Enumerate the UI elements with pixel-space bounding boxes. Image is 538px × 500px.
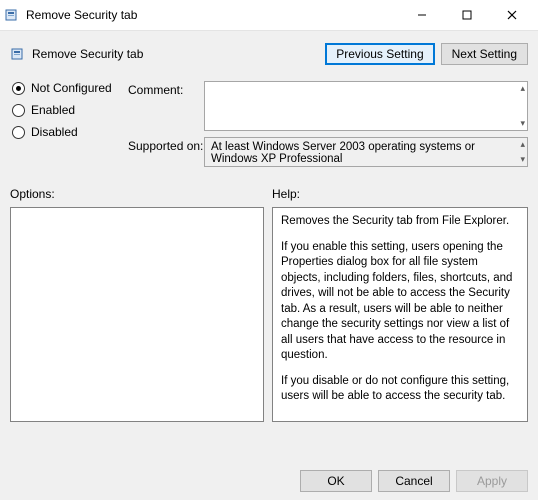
next-setting-button[interactable]: Next Setting <box>441 43 528 65</box>
cancel-button[interactable]: Cancel <box>378 470 450 492</box>
radio-enabled[interactable]: Enabled <box>12 103 128 117</box>
radio-label: Enabled <box>31 103 75 117</box>
radio-disabled[interactable]: Disabled <box>12 125 128 139</box>
help-panel: Removes the Security tab from File Explo… <box>272 207 528 422</box>
radio-not-configured[interactable]: Not Configured <box>12 81 128 95</box>
chevron-down-icon[interactable]: ▾ <box>520 155 525 164</box>
header-row: Remove Security tab Previous Setting Nex… <box>10 39 528 69</box>
help-column: Help: Removes the Security tab from File… <box>272 187 528 422</box>
help-label: Help: <box>272 187 528 201</box>
radio-label: Disabled <box>31 125 78 139</box>
chevron-up-icon[interactable]: ▴ <box>520 140 525 149</box>
comment-input[interactable]: ▴ ▾ <box>204 81 528 131</box>
config-row: Not Configured Enabled Disabled Comment:… <box>10 81 528 173</box>
footer-buttons: OK Cancel Apply <box>300 470 528 492</box>
supported-row: Supported on: At least Windows Server 20… <box>128 137 528 167</box>
chevron-up-icon[interactable]: ▴ <box>520 84 525 93</box>
policy-title: Remove Security tab <box>32 47 319 61</box>
help-paragraph: If you disable or do not configure this … <box>281 374 519 405</box>
policy-icon <box>4 7 20 23</box>
radio-label: Not Configured <box>31 81 112 95</box>
apply-button[interactable]: Apply <box>456 470 528 492</box>
options-label: Options: <box>10 187 264 201</box>
chevron-down-icon[interactable]: ▾ <box>520 119 525 128</box>
form-column: Comment: ▴ ▾ Supported on: At least Wind… <box>128 81 528 173</box>
comment-label: Comment: <box>128 81 204 131</box>
help-paragraph: Removes the Security tab from File Explo… <box>281 214 519 230</box>
dialog-body: Remove Security tab Previous Setting Nex… <box>0 30 538 500</box>
radio-circle-icon <box>12 104 25 117</box>
radio-circle-icon <box>12 82 25 95</box>
lower-panels: Options: Help: Removes the Security tab … <box>10 187 528 422</box>
minimize-button[interactable] <box>399 1 444 29</box>
state-radio-group: Not Configured Enabled Disabled <box>10 81 128 173</box>
supported-label: Supported on: <box>128 137 204 167</box>
radio-circle-icon <box>12 126 25 139</box>
comment-row: Comment: ▴ ▾ <box>128 81 528 131</box>
previous-setting-button[interactable]: Previous Setting <box>325 43 434 65</box>
help-paragraph: If you enable this setting, users openin… <box>281 240 519 364</box>
close-button[interactable] <box>489 1 534 29</box>
ok-button[interactable]: OK <box>300 470 372 492</box>
supported-on-field: At least Windows Server 2003 operating s… <box>204 137 528 167</box>
window-title: Remove Security tab <box>26 8 399 22</box>
options-column: Options: <box>10 187 264 422</box>
supported-value: At least Windows Server 2003 operating s… <box>211 141 475 165</box>
options-panel <box>10 207 264 422</box>
window-controls <box>399 1 534 29</box>
titlebar: Remove Security tab <box>0 0 538 30</box>
maximize-button[interactable] <box>444 1 489 29</box>
policy-icon <box>10 46 26 62</box>
